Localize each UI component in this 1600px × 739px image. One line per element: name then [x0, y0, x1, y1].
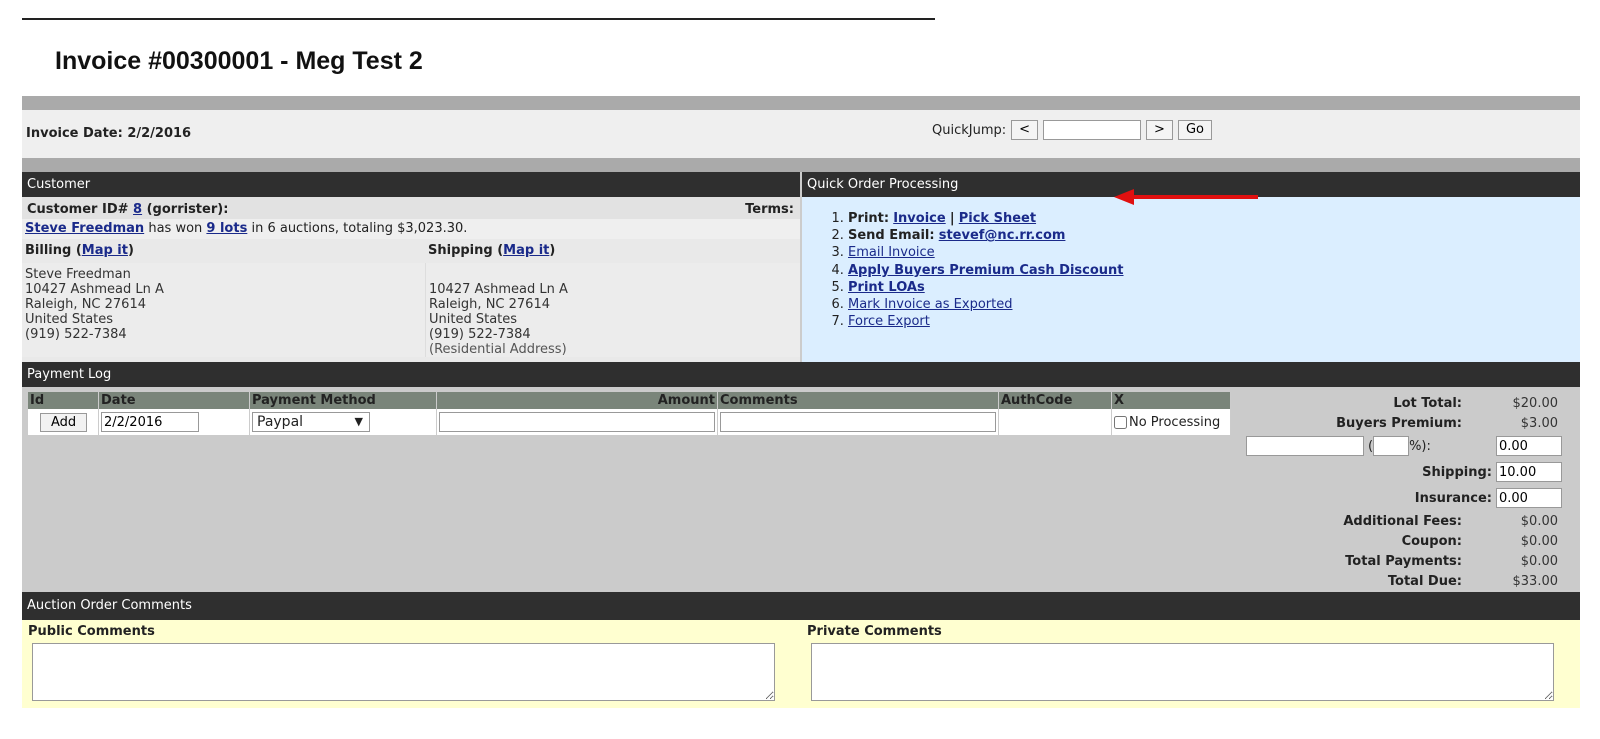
- qop-item-print: Print: Invoice | Pick Sheet: [848, 210, 1580, 227]
- address-body: Steve Freedman 10427 Ashmead Ln A Raleig…: [22, 263, 800, 357]
- customer-name-link[interactable]: Steve Freedman: [25, 221, 144, 236]
- page-title: Invoice #00300001 - Meg Test 2: [55, 47, 423, 75]
- col-x: X: [1111, 392, 1231, 409]
- discount-description-input[interactable]: [1246, 436, 1364, 456]
- no-processing-label: No Processing: [1129, 414, 1221, 430]
- public-comments: Public Comments: [22, 620, 801, 708]
- insurance-input[interactable]: [1496, 488, 1562, 508]
- payment-table-header: Id Date Payment Method Amount Comments A…: [28, 392, 1231, 409]
- qop-item-mark-exported: Mark Invoice as Exported: [848, 296, 1580, 313]
- totals-panel: Lot Total: $20.00 Buyers Premium: $3.00 ( …: [1240, 393, 1562, 591]
- apply-premium-discount-link[interactable]: Apply Buyers Premium Cash Discount: [848, 263, 1124, 278]
- shipping-input[interactable]: [1496, 462, 1562, 482]
- shipping-row: Shipping:: [1240, 459, 1562, 485]
- insurance-row: Insurance:: [1240, 485, 1562, 511]
- customer-qop-row: Customer Customer ID# 8 (gorrister): Ter…: [22, 172, 1580, 362]
- print-invoice-link[interactable]: Invoice: [893, 211, 945, 226]
- col-payment-method: Payment Method: [249, 392, 437, 409]
- payment-method-select[interactable]: Paypal ▼: [252, 412, 370, 432]
- shipping-map-link[interactable]: Map it: [503, 243, 549, 258]
- additional-fees-row: Additional Fees: $0.00: [1343, 513, 1558, 529]
- quickjump-label: QuickJump:: [932, 122, 1007, 138]
- private-comments-label: Private Comments: [807, 624, 942, 639]
- quickjump-prev-button[interactable]: <: [1011, 120, 1039, 140]
- qop-item-force-export: Force Export: [848, 313, 1580, 330]
- quickjump-next-button[interactable]: >: [1146, 120, 1173, 140]
- qop-list: Print: Invoice | Pick Sheet Send Email: …: [802, 197, 1580, 330]
- col-authcode: AuthCode: [998, 392, 1112, 409]
- invoice-date-bar: Invoice Date: 2/2/2016 QuickJump: < > Go: [22, 110, 1580, 158]
- qop-item-apply-premium: Apply Buyers Premium Cash Discount: [848, 262, 1580, 279]
- comments-heading: Auction Order Comments: [22, 592, 1580, 620]
- email-invoice-link[interactable]: Email Invoice: [848, 245, 935, 260]
- payment-table: Id Date Payment Method Amount Comments A…: [28, 392, 1231, 435]
- force-export-link[interactable]: Force Export: [848, 314, 930, 329]
- customer-won-summary: Steve Freedman has won 9 lots in 6 aucti…: [22, 219, 800, 239]
- shipping-address: 10427 Ashmead Ln A Raleigh, NC 27614 Uni…: [425, 263, 571, 357]
- qop-item-email-invoice: Email Invoice: [848, 244, 1580, 261]
- buyers-premium-value: $3.00: [1520, 415, 1558, 431]
- customer-username: (gorrister):: [146, 202, 229, 217]
- invoice-date: Invoice Date: 2/2/2016: [26, 126, 192, 141]
- quickjump: QuickJump: < > Go: [932, 120, 1212, 140]
- col-amount: Amount: [436, 392, 718, 409]
- quickjump-input[interactable]: [1043, 120, 1142, 140]
- red-arrow-icon: [1114, 189, 1258, 205]
- table-row: Add Paypal▼ No Processing: [28, 409, 1231, 435]
- discount-percent-input[interactable]: [1373, 436, 1410, 456]
- public-comments-label: Public Comments: [28, 624, 155, 639]
- add-payment-button[interactable]: Add: [40, 412, 88, 432]
- payment-log-panel: Id Date Payment Method Amount Comments A…: [22, 387, 1580, 592]
- send-email-link[interactable]: stevef@nc.rr.com: [939, 228, 1066, 243]
- dropdown-arrow-icon: ▼: [354, 415, 363, 428]
- qop-item-print-loas: Print LOAs: [848, 279, 1580, 296]
- lots-link[interactable]: 9 lots: [206, 221, 247, 236]
- lot-total-row: Lot Total: $20.00: [1240, 393, 1562, 413]
- residential-note: (Residential Address): [429, 342, 567, 357]
- quickjump-go-button[interactable]: Go: [1177, 120, 1212, 140]
- coupon-row: Coupon: $0.00: [1401, 533, 1558, 549]
- col-date: Date: [98, 392, 250, 409]
- comments-input[interactable]: [720, 412, 996, 432]
- print-loas-link[interactable]: Print LOAs: [848, 280, 925, 295]
- divider-bar: [22, 96, 1580, 110]
- customer-id-label: Customer ID#: [27, 202, 129, 217]
- public-comments-textarea[interactable]: [32, 643, 775, 701]
- payment-date-input[interactable]: [101, 412, 199, 432]
- billing-header: Billing (Map it): [25, 243, 134, 258]
- address-headers: Billing (Map it) Shipping (Map it): [22, 239, 800, 263]
- top-rule: [22, 18, 935, 20]
- discount-value-input[interactable]: [1496, 436, 1562, 456]
- pick-sheet-link[interactable]: Pick Sheet: [959, 211, 1036, 226]
- billing-map-link[interactable]: Map it: [82, 243, 128, 258]
- total-payments-row: Total Payments: $0.00: [1345, 553, 1558, 569]
- col-id: Id: [28, 392, 99, 409]
- comments-panel: Public Comments Private Comments: [22, 620, 1580, 708]
- buyers-premium-row: Buyers Premium: $3.00: [1240, 413, 1562, 433]
- private-comments-textarea[interactable]: [811, 643, 1554, 701]
- customer-heading: Customer: [22, 172, 800, 197]
- total-due-row: Total Due: $33.00: [1240, 571, 1562, 591]
- divider-bar: [22, 158, 1580, 172]
- payment-log-heading: Payment Log: [22, 362, 1580, 387]
- terms-label: Terms:: [745, 202, 794, 217]
- amount-input[interactable]: [439, 412, 715, 432]
- customer-id-row: Customer ID# 8 (gorrister): Terms:: [22, 197, 800, 219]
- customer-id-link[interactable]: 8: [133, 202, 142, 217]
- discount-row: ( %):: [1240, 433, 1562, 459]
- mark-exported-link[interactable]: Mark Invoice as Exported: [848, 297, 1012, 312]
- private-comments: Private Comments: [801, 620, 1580, 708]
- quick-order-processing-panel: Quick Order Processing Print: Invoice | …: [802, 172, 1580, 362]
- invoice-panel: Invoice Date: 2/2/2016 QuickJump: < > Go…: [22, 96, 1580, 708]
- col-comments: Comments: [717, 392, 999, 409]
- no-processing-checkbox[interactable]: [1114, 415, 1127, 429]
- billing-address: Steve Freedman 10427 Ashmead Ln A Raleig…: [25, 267, 164, 342]
- lot-total-value: $20.00: [1512, 395, 1559, 411]
- qop-item-send-email: Send Email: stevef@nc.rr.com: [848, 227, 1580, 244]
- customer-panel: Customer Customer ID# 8 (gorrister): Ter…: [22, 172, 802, 362]
- total-due-value: $33.00: [1512, 573, 1559, 589]
- shipping-header: Shipping (Map it): [428, 243, 556, 258]
